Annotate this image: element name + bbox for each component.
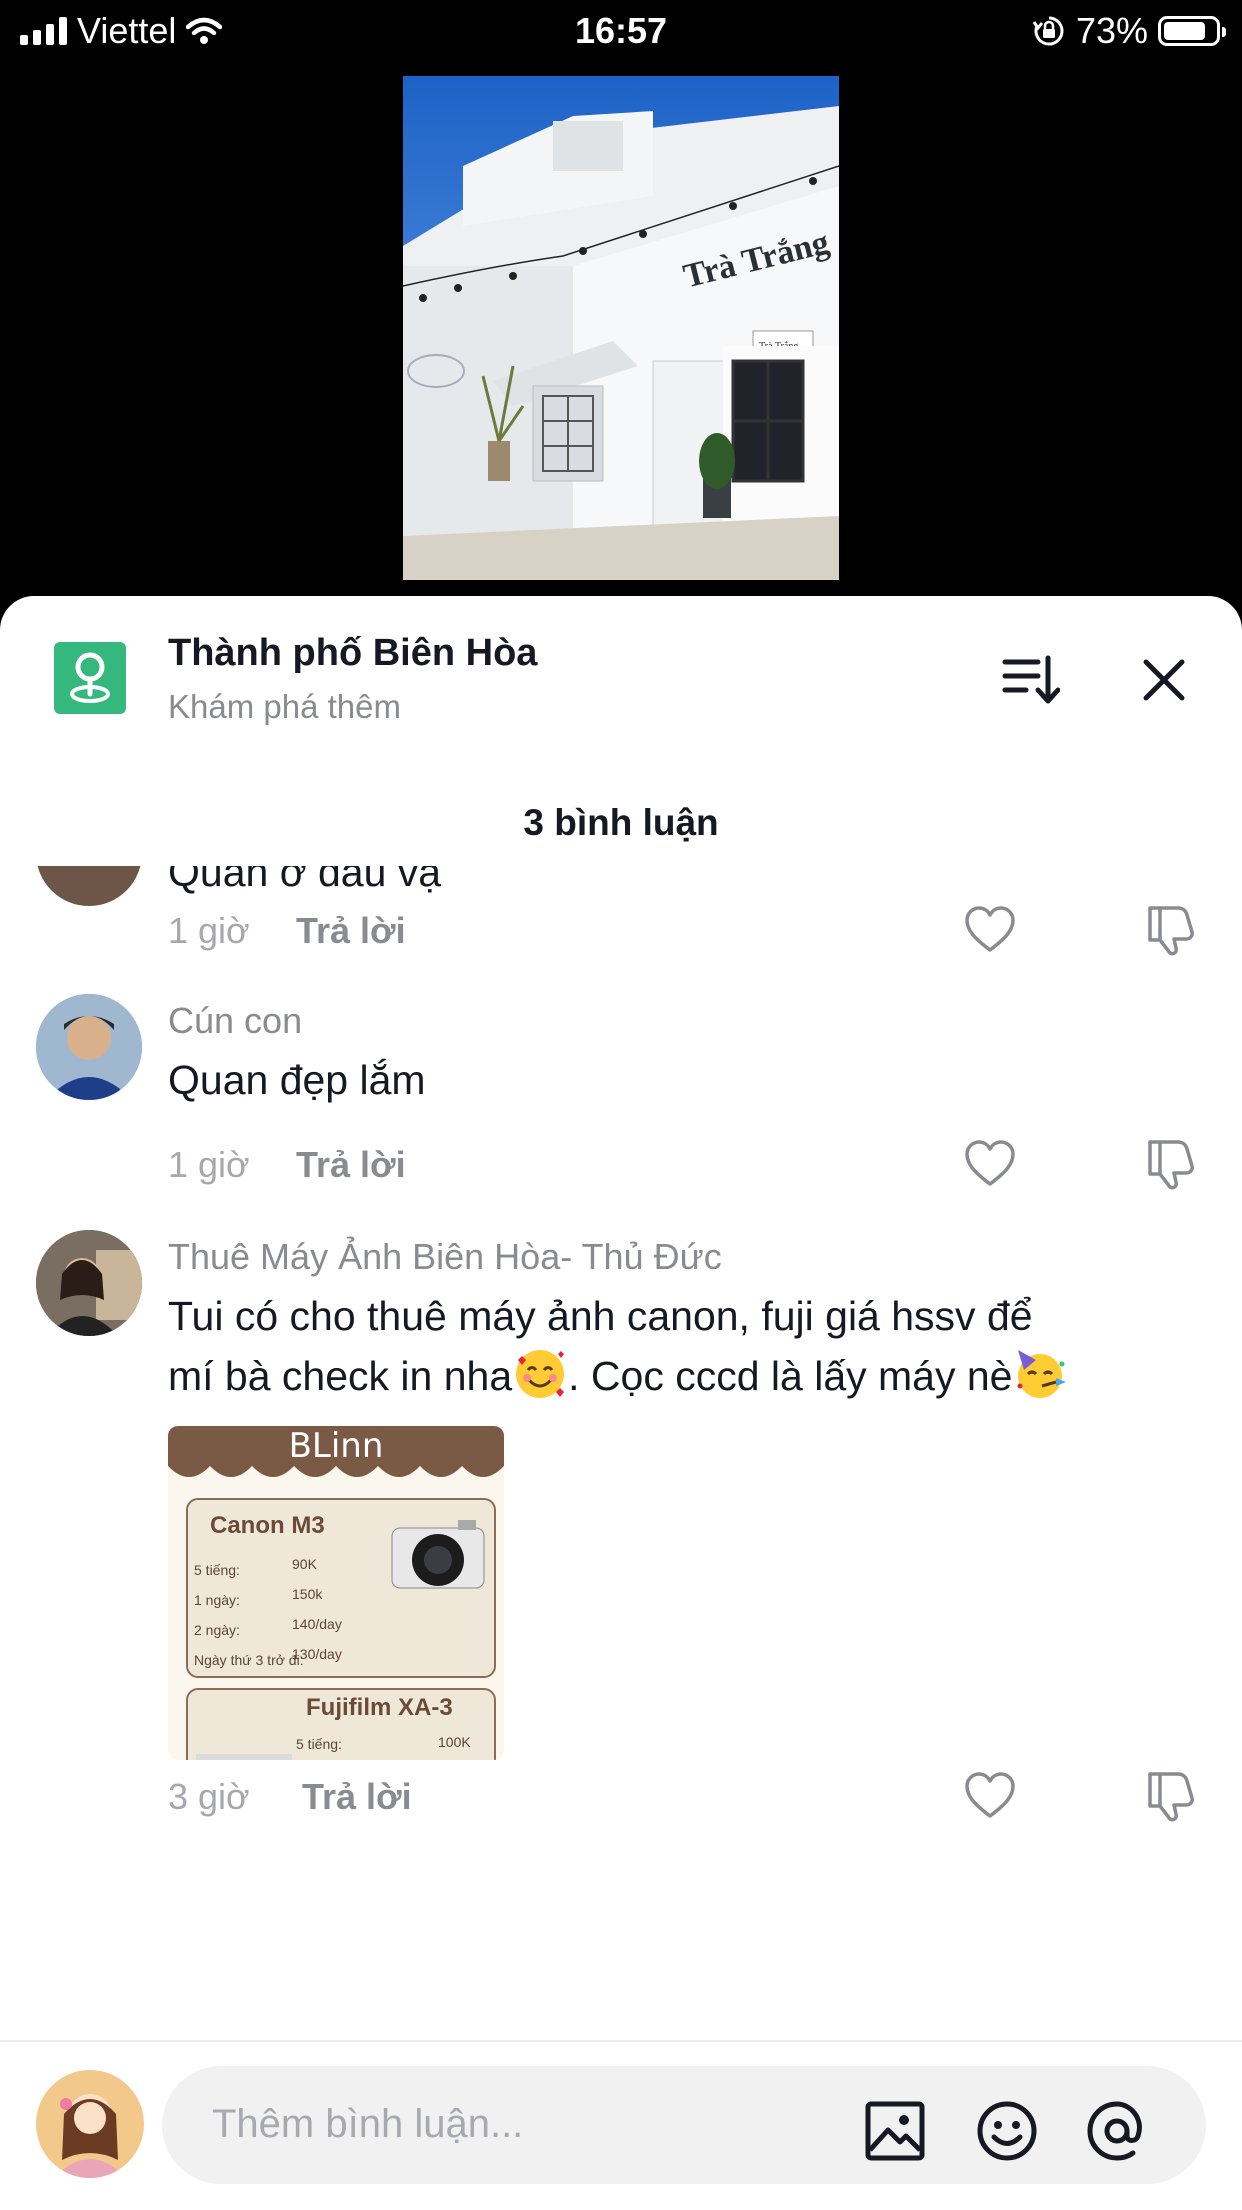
product-name: Canon M3: [210, 1512, 325, 1539]
comment-list[interactable]: Quan ở đâu vậ 1 giờ Trả lời Cún con Quan…: [0, 866, 1242, 2136]
location-subtitle[interactable]: Khám phá thêm: [168, 688, 401, 726]
product-panel: Fujifilm XA-3 5 tiếng: 100K: [186, 1688, 496, 1760]
close-icon[interactable]: [1140, 656, 1188, 704]
reply-button[interactable]: Trả lời: [302, 1776, 412, 1818]
dislike-icon[interactable]: [1142, 1770, 1196, 1822]
price-label: Ngày thứ 3 trở đi:: [194, 1652, 304, 1668]
comment-text: Quan đẹp lắm: [168, 1057, 426, 1103]
status-bar: Viettel 16:57 73%: [0, 0, 1242, 62]
rotation-lock-icon: [1032, 16, 1064, 46]
current-user-avatar[interactable]: [36, 2070, 144, 2178]
smiling-face-with-hearts-emoji-icon: [516, 1350, 565, 1398]
sort-icon[interactable]: [1002, 654, 1060, 706]
commenter-avatar[interactable]: [36, 994, 142, 1100]
comment-username[interactable]: Cún con: [168, 1000, 302, 1042]
reply-button[interactable]: Trả lời: [296, 1144, 406, 1186]
price-label: 5 tiếng:: [194, 1562, 240, 1578]
attachment-brand: BLinn: [288, 1426, 384, 1466]
price-value: 90K: [292, 1556, 317, 1572]
commenter-avatar[interactable]: [36, 866, 142, 906]
comment-input-placeholder: Thêm bình luận...: [212, 2102, 524, 2146]
comments-count: 3 bình luận: [523, 802, 719, 843]
comment-username[interactable]: Thuê Máy Ảnh Biên Hòa- Thủ Đức: [168, 1236, 722, 1278]
comment-attachment-image[interactable]: BLinn Canon M3 5 tiếng: 90K 1 ngày: 150k…: [168, 1426, 504, 1760]
attachment-banner: BLinn: [168, 1426, 504, 1488]
heart-icon[interactable]: [964, 906, 1016, 954]
camera-icon: [391, 1520, 485, 1589]
partying-face-emoji-icon: [1017, 1350, 1067, 1398]
price-value: 150k: [292, 1586, 323, 1602]
comment-time: 1 giờ: [168, 910, 250, 951]
product-panel: Canon M3 5 tiếng: 90K 1 ngày: 150k 2 ngà…: [186, 1498, 496, 1678]
comment-text: Tui có cho thuê máy ảnh canon, fuji giá …: [168, 1286, 1208, 1406]
battery-percent: 73%: [1075, 10, 1148, 51]
comment-text: Quan ở đâu vậ: [168, 866, 442, 895]
comment-text-line2a: mí bà check in nha: [168, 1353, 513, 1399]
location-icon[interactable]: [54, 642, 126, 714]
location-title[interactable]: Thành phố Biên Hòa: [168, 632, 537, 675]
heart-icon[interactable]: [964, 1140, 1016, 1188]
price-label: 5 tiếng:: [296, 1736, 342, 1752]
mention-icon[interactable]: [1086, 2100, 1148, 2162]
product-name: Fujifilm XA-3: [306, 1694, 453, 1721]
price-label: 1 ngày:: [194, 1592, 240, 1608]
comment-text-line2b: . Cọc cccd là lấy máy nè: [568, 1353, 1013, 1399]
price-value: 100K: [438, 1734, 471, 1750]
comment-composer: Thêm bình luận...: [0, 2040, 1242, 2210]
price-value: 130/day: [292, 1646, 342, 1662]
reply-button[interactable]: Trả lời: [296, 910, 406, 952]
price-value: 140/day: [292, 1616, 342, 1632]
dislike-icon[interactable]: [1142, 1138, 1196, 1190]
comment-text-line1: Tui có cho thuê máy ảnh canon, fuji giá …: [168, 1293, 1033, 1339]
price-label: 2 ngày:: [194, 1622, 240, 1638]
battery-icon: [1158, 16, 1226, 46]
comment-time: 3 giờ: [168, 1776, 250, 1817]
image-icon[interactable]: [864, 2100, 926, 2162]
emoji-icon[interactable]: [976, 2100, 1038, 2162]
comments-sheet: Thành phố Biên Hòa Khám phá thêm 3 bình …: [0, 596, 1242, 2208]
commenter-avatar[interactable]: [36, 1230, 142, 1336]
post-photo[interactable]: Trà Trắng Trà Trắng: [403, 76, 839, 580]
status-right: 73%: [1032, 10, 1226, 52]
comment-time: 1 giờ: [168, 1144, 250, 1185]
camera-icon: [196, 1754, 292, 1760]
comment-input[interactable]: Thêm bình luận...: [162, 2066, 1206, 2184]
heart-icon[interactable]: [964, 1772, 1016, 1820]
dislike-icon[interactable]: [1142, 904, 1196, 956]
